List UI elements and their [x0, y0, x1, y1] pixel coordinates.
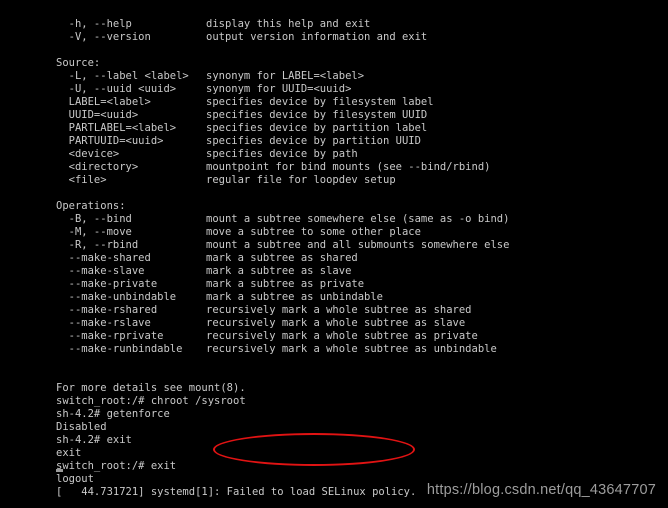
console-line-help-version: -V, --version output version information … — [56, 31, 656, 44]
console-line-src-label: -L, --label <label> synonym for LABEL=<la… — [56, 70, 656, 83]
console-line-description: display this help and exit — [206, 18, 371, 30]
console-line-blank-2 — [56, 187, 656, 200]
console-line-option: --make-rshared — [56, 304, 158, 316]
console-line-blank-3 — [56, 356, 656, 369]
console-line-option: --make-private — [56, 278, 158, 290]
console-line-option: PARTLABEL=<label> — [56, 122, 177, 134]
console-line-option: LABEL=<label> — [56, 96, 151, 108]
console-line-cmd-exit-2: switch_root:/# exit — [56, 460, 656, 473]
console-line-src-uuid: -U, --uuid <uuid> synonym for UUID=<uuid> — [56, 83, 656, 96]
console-output[interactable]: -h, --help display this help and exit -V,… — [56, 18, 656, 499]
console-line-text: sh-4.2# getenforce — [56, 408, 170, 420]
console-line-description: specifies device by filesystem UUID — [206, 109, 428, 121]
console-line-description: specifies device by partition UUID — [206, 135, 421, 147]
console-line-help-help: -h, --help display this help and exit — [56, 18, 656, 31]
console-line-description: regular file for loopdev setup — [206, 174, 396, 186]
console-line-heading-source: Source: — [56, 57, 656, 70]
console-line-blank-4 — [56, 369, 656, 382]
console-line-text: Disabled — [56, 421, 107, 433]
console-line-text — [56, 369, 62, 382]
console-line-text — [56, 187, 62, 200]
console-line-description: recursively mark a whole subtree as slav… — [206, 317, 466, 329]
console-line-src-label-eq: LABEL=<label> specifies device by filesys… — [56, 96, 656, 109]
console-line-blank-1 — [56, 44, 656, 57]
console-line-out-exit: exit — [56, 447, 656, 460]
console-line-text — [56, 356, 62, 369]
console-line-text: sh-4.2# exit — [56, 434, 132, 446]
console-line-description: mount a subtree somewhere else (same as … — [206, 213, 510, 225]
console-line-text: logout — [56, 473, 94, 485]
console-line-description: output version information and exit — [206, 31, 428, 43]
console-line-text: For more details see mount(8). — [56, 382, 246, 394]
console-line-src-file: <file> regular file for loopdev setup — [56, 174, 656, 187]
console-line-op-make-rprivate: --make-rprivate recursively mark a whole … — [56, 330, 656, 343]
console-line-text: switch_root:/# exit — [56, 460, 177, 472]
console-line-description: specifies device by path — [206, 148, 358, 160]
console-line-op-make-private: --make-private mark a subtree as private — [56, 278, 656, 291]
console-line-description: mountpoint for bind mounts (see --bind/r… — [206, 161, 491, 173]
console-line-op-make-runbindable: --make-runbindable recursively mark a who… — [56, 343, 656, 356]
console-line-op-make-rshared: --make-rshared recursively mark a whole s… — [56, 304, 656, 317]
console-line-option: -h, --help — [56, 18, 132, 30]
console-line-option: UUID=<uuid> — [56, 109, 139, 121]
console-line-description: mark a subtree as shared — [206, 252, 358, 264]
console-line-src-directory: <directory> mountpoint for bind mounts (s… — [56, 161, 656, 174]
console-line-option: -B, --bind — [56, 213, 132, 225]
console-line-description: synonym for UUID=<uuid> — [206, 83, 352, 95]
console-line-description: recursively mark a whole subtree as unbi… — [206, 343, 497, 355]
console-line-cmd-exit-1: sh-4.2# exit — [56, 434, 656, 447]
console-line-description: specifies device by filesystem label — [206, 96, 434, 108]
console-line-op-make-slave: --make-slave mark a subtree as slave — [56, 265, 656, 278]
terminal-cursor — [56, 469, 63, 472]
console-line-src-uuid-eq: UUID=<uuid> specifies device by filesyste… — [56, 109, 656, 122]
console-line-option: --make-shared — [56, 252, 151, 264]
console-line-out-disabled: Disabled — [56, 421, 656, 434]
console-line-op-make-rslave: --make-rslave recursively mark a whole su… — [56, 317, 656, 330]
console-line-description: mark a subtree as unbindable — [206, 291, 384, 303]
console-line-option: PARTUUID=<uuid> — [56, 135, 164, 147]
console-line-description: mount a subtree and all submounts somewh… — [206, 239, 510, 251]
console-line-src-partuuid: PARTUUID=<uuid> specifies device by parti… — [56, 135, 656, 148]
console-line-text: exit — [56, 447, 82, 459]
console-line-text: Source: — [56, 57, 101, 69]
console-line-text: Operations: — [56, 200, 126, 212]
console-line-description: specifies device by partition label — [206, 122, 428, 134]
console-line-option: -R, --rbind — [56, 239, 139, 251]
console-line-option: --make-rslave — [56, 317, 151, 329]
console-line-description: move a subtree to some other place — [206, 226, 421, 238]
console-line-description: mark a subtree as slave — [206, 265, 352, 277]
console-line-footer-manpage: For more details see mount(8). — [56, 382, 656, 395]
console-line-heading-operations: Operations: — [56, 200, 656, 213]
console-line-text: [ 44.731721] systemd[1]: Failed to load … — [56, 486, 417, 498]
console-line-option: --make-unbindable — [56, 291, 177, 303]
console-line-option: --make-slave — [56, 265, 145, 277]
console-line-option: <file> — [56, 174, 107, 186]
console-line-op-make-unbindable: --make-unbindable mark a subtree as unbin… — [56, 291, 656, 304]
console-line-description: mark a subtree as private — [206, 278, 365, 290]
console-line-option: --make-runbindable — [56, 343, 183, 355]
console-line-option: -V, --version — [56, 31, 151, 43]
console-line-option: <directory> — [56, 161, 139, 173]
console-line-cmd-chroot: switch_root:/# chroot /sysroot — [56, 395, 656, 408]
console-line-description: recursively mark a whole subtree as priv… — [206, 330, 478, 342]
console-line-cmd-getenforce: sh-4.2# getenforce — [56, 408, 656, 421]
console-line-op-move: -M, --move move a subtree to some other p… — [56, 226, 656, 239]
console-line-op-rbind: -R, --rbind mount a subtree and all submo… — [56, 239, 656, 252]
console-line-op-bind: -B, --bind mount a subtree somewhere else… — [56, 213, 656, 226]
console-line-description: synonym for LABEL=<label> — [206, 70, 365, 82]
terminal-screen[interactable]: -h, --help display this help and exit -V,… — [0, 0, 668, 508]
console-line-option: -M, --move — [56, 226, 132, 238]
console-line-op-make-shared: --make-shared mark a subtree as shared — [56, 252, 656, 265]
console-line-option: <device> — [56, 148, 120, 160]
console-line-description: recursively mark a whole subtree as shar… — [206, 304, 472, 316]
console-line-src-partlabel: PARTLABEL=<label> specifies device by par… — [56, 122, 656, 135]
console-line-option: --make-rprivate — [56, 330, 164, 342]
console-line-text — [56, 44, 62, 57]
console-line-text: switch_root:/# chroot /sysroot — [56, 395, 246, 407]
console-line-option: -L, --label <label> — [56, 70, 189, 82]
console-line-option: -U, --uuid <uuid> — [56, 83, 177, 95]
console-line-src-device: <device> specifies device by path — [56, 148, 656, 161]
watermark-url: https://blog.csdn.net/qq_43647707 — [426, 482, 656, 498]
